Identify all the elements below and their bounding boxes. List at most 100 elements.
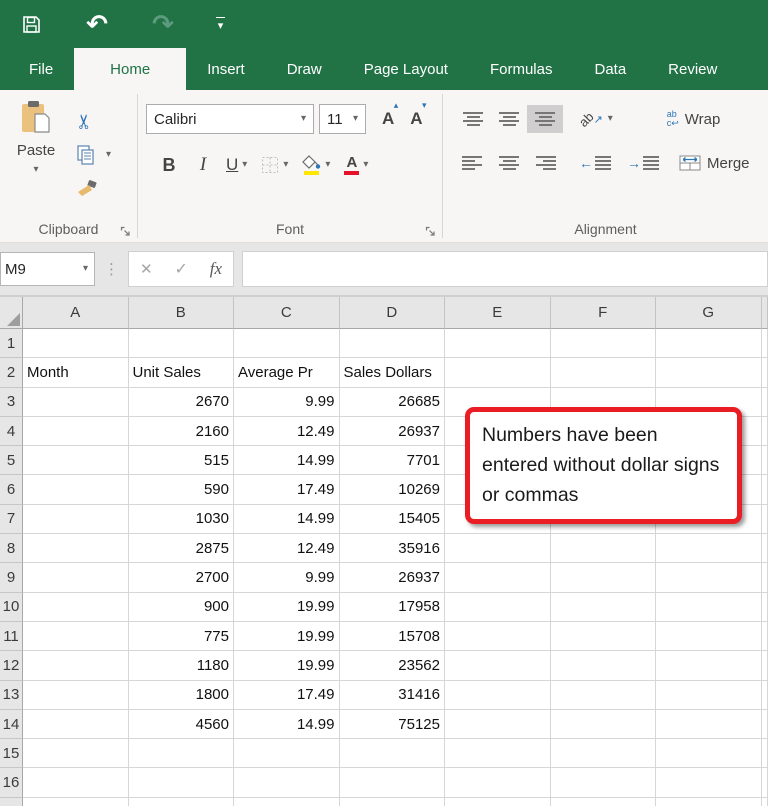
- underline-button[interactable]: U: [226, 155, 238, 175]
- wrap-text-button[interactable]: ab c↩ Wrap: [667, 110, 721, 128]
- cell-A4[interactable]: [23, 416, 129, 447]
- paste-dropdown-caret[interactable]: ▾: [33, 165, 38, 175]
- cell-A11[interactable]: [23, 621, 129, 652]
- cell-A15[interactable]: [23, 739, 129, 769]
- cell-G17[interactable]: [656, 797, 762, 806]
- cell-B14[interactable]: 4560: [128, 709, 234, 740]
- row-header-15[interactable]: 15: [0, 739, 23, 769]
- column-header-A[interactable]: A: [23, 297, 129, 329]
- cell-D4[interactable]: 26937: [339, 416, 445, 447]
- cell-D3[interactable]: 26685: [339, 387, 445, 417]
- customize-quick-access-toolbar-button[interactable]: ▾: [216, 16, 225, 32]
- decrease-indent-button[interactable]: ←: [579, 155, 611, 171]
- cell-D1[interactable]: [339, 329, 445, 359]
- cell-B11[interactable]: 775: [128, 621, 234, 652]
- cell-G10[interactable]: [656, 592, 762, 622]
- cell-E17[interactable]: [445, 797, 551, 806]
- cell-C10[interactable]: 19.99: [234, 592, 340, 622]
- font-size-combobox[interactable]: 11 ▾: [319, 104, 366, 134]
- cell-F16[interactable]: [550, 768, 656, 798]
- row-header-2[interactable]: 2: [0, 358, 23, 388]
- font-dialog-launcher[interactable]: [425, 226, 436, 237]
- cell-B5[interactable]: 515: [128, 446, 234, 476]
- cell-F1[interactable]: [550, 329, 656, 359]
- merge-center-button[interactable]: Merge: [679, 155, 750, 172]
- cell-C12[interactable]: 19.99: [234, 651, 340, 681]
- cell-E13[interactable]: [445, 680, 551, 710]
- cell-A9[interactable]: [23, 563, 129, 593]
- top-align-button[interactable]: [455, 105, 491, 133]
- cell-A7[interactable]: [23, 504, 129, 535]
- cell-C8[interactable]: 12.49: [234, 534, 340, 564]
- cell-D17[interactable]: [340, 797, 445, 806]
- borders-dropdown-caret[interactable]: ▾: [283, 160, 288, 170]
- cell-F8[interactable]: [550, 534, 656, 564]
- cell-C13[interactable]: 17.49: [234, 680, 340, 710]
- paste-button[interactable]: Paste ▾: [8, 100, 64, 206]
- cell-G15[interactable]: [656, 739, 762, 769]
- cell-D7[interactable]: 15405: [339, 504, 445, 535]
- row-header-12[interactable]: 12: [0, 651, 23, 681]
- tab-home[interactable]: Home: [74, 48, 187, 90]
- cell-C2[interactable]: Average Pr: [234, 358, 340, 388]
- fill-color-dropdown-caret[interactable]: ▾: [325, 160, 330, 170]
- select-all-button[interactable]: [0, 297, 23, 329]
- tab-review[interactable]: Review: [647, 48, 738, 90]
- cell-E16[interactable]: [445, 768, 551, 798]
- cell-B10[interactable]: 900: [128, 592, 234, 622]
- bold-button[interactable]: B: [156, 155, 182, 176]
- cell-D9[interactable]: 26937: [339, 563, 445, 593]
- cell-E15[interactable]: [445, 739, 551, 769]
- cell-D16[interactable]: [339, 768, 445, 798]
- italic-button[interactable]: I: [190, 154, 216, 176]
- cell-G9[interactable]: [656, 563, 762, 593]
- cell-A3[interactable]: [23, 387, 129, 417]
- insert-function-button[interactable]: fx: [210, 259, 222, 279]
- cell-E12[interactable]: [445, 651, 551, 681]
- copy-dropdown-caret[interactable]: ▾: [106, 150, 111, 160]
- cell-G16[interactable]: [656, 768, 762, 798]
- cell-C11[interactable]: 19.99: [234, 621, 340, 652]
- cell-B3[interactable]: 2670: [128, 387, 234, 417]
- cell-B12[interactable]: 1180: [128, 651, 234, 681]
- row-header-17[interactable]: 17: [0, 797, 23, 806]
- cell-A2[interactable]: Month: [23, 358, 129, 388]
- name-box[interactable]: M9 ▾: [0, 252, 95, 286]
- cell-B8[interactable]: 2875: [128, 534, 234, 564]
- cell-B17[interactable]: [129, 797, 234, 806]
- cell-G12[interactable]: [656, 651, 762, 681]
- row-header-8[interactable]: 8: [0, 534, 23, 564]
- cell-C16[interactable]: [234, 768, 340, 798]
- increase-indent-button[interactable]: →: [627, 155, 659, 171]
- font-name-combobox[interactable]: Calibri ▾: [146, 104, 314, 134]
- align-center-button[interactable]: [491, 149, 527, 177]
- cell-D15[interactable]: [339, 739, 445, 769]
- cell-F14[interactable]: [550, 709, 656, 740]
- cell-G1[interactable]: [656, 329, 762, 359]
- cell-D12[interactable]: 23562: [339, 651, 445, 681]
- cell-G8[interactable]: [656, 534, 762, 564]
- cell-B4[interactable]: 2160: [128, 416, 234, 447]
- cell-A8[interactable]: [23, 534, 129, 564]
- cell-A12[interactable]: [23, 651, 129, 681]
- cell-A14[interactable]: [23, 709, 129, 740]
- tab-file[interactable]: File: [8, 48, 74, 90]
- cell-D14[interactable]: 75125: [339, 709, 445, 740]
- cancel-button[interactable]: ✕: [140, 260, 153, 278]
- cell-G11[interactable]: [656, 621, 762, 652]
- cell-C7[interactable]: 14.99: [234, 504, 340, 535]
- format-painter-button[interactable]: [76, 172, 111, 206]
- row-header-11[interactable]: 11: [0, 621, 23, 652]
- cell-C17[interactable]: [234, 797, 340, 806]
- cell-D2[interactable]: Sales Dollars: [339, 358, 445, 388]
- cell-A10[interactable]: [23, 592, 129, 622]
- cell-E1[interactable]: [445, 329, 551, 359]
- row-header-4[interactable]: 4: [0, 416, 23, 447]
- cell-B6[interactable]: 590: [128, 475, 234, 505]
- cell-A5[interactable]: [23, 446, 129, 476]
- font-color-dropdown-caret[interactable]: ▾: [363, 160, 368, 170]
- cell-D10[interactable]: 17958: [339, 592, 445, 622]
- cell-C6[interactable]: 17.49: [234, 475, 340, 505]
- annotation-callout[interactable]: Numbers have been entered without dollar…: [465, 407, 742, 524]
- cell-B15[interactable]: [128, 739, 234, 769]
